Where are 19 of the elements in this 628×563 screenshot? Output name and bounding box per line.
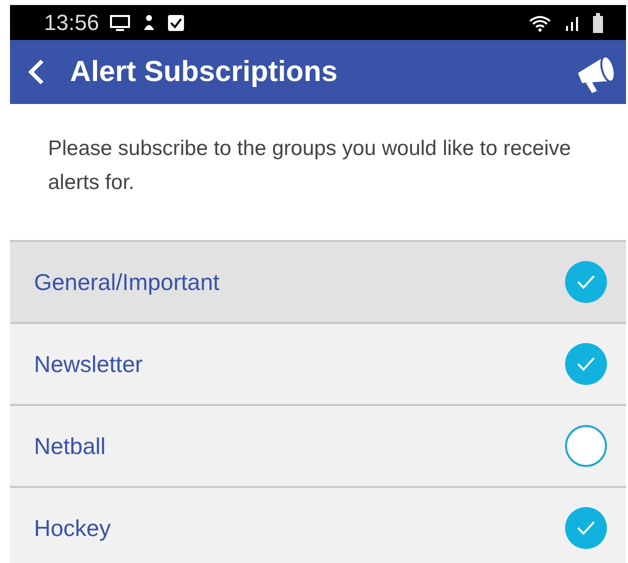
battery-icon — [592, 12, 604, 32]
intro-text: Please subscribe to the groups you would like to receive alerts for. — [47, 136, 572, 196]
checkbox[interactable] — [564, 260, 608, 304]
group-row[interactable]: Newsletter — [10, 322, 626, 404]
group-label: Newsletter — [34, 350, 144, 378]
group-row[interactable]: Netball — [10, 404, 626, 486]
group-label: Hockey — [34, 514, 112, 542]
page-title: Alert Subscriptions — [70, 56, 338, 88]
group-label: General/Important — [34, 268, 220, 296]
checkbox-icon — [167, 14, 186, 32]
monitor-icon — [109, 14, 132, 32]
checkbox[interactable] — [564, 342, 608, 386]
group-row[interactable]: General/Important — [10, 240, 626, 322]
group-row[interactable]: Hockey — [10, 486, 626, 563]
back-button[interactable] — [26, 58, 46, 86]
checkbox[interactable] — [564, 424, 608, 468]
checkbox[interactable] — [564, 506, 608, 550]
group-label: Netball — [34, 432, 107, 460]
clock: 13:56 — [44, 10, 100, 36]
